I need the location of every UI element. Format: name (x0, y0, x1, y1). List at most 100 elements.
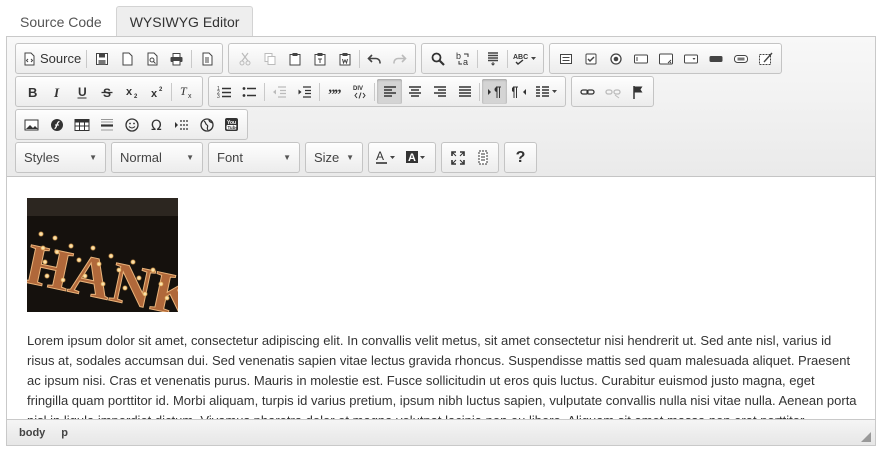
copy-button[interactable] (257, 46, 282, 71)
text-direction-rtl-button[interactable] (507, 79, 532, 104)
remove-format-button[interactable]: Tx (174, 79, 199, 104)
svg-text:x: x (126, 86, 133, 98)
omega-icon: Ω (151, 118, 162, 132)
chevron-down-icon: ▼ (89, 153, 97, 162)
preview-button[interactable] (139, 46, 164, 71)
help-button[interactable]: ? (508, 145, 533, 170)
special-char-button[interactable]: Ω (144, 112, 169, 137)
language-button[interactable] (532, 79, 562, 104)
image-button[interactable] (19, 112, 44, 137)
unlink-button[interactable] (600, 79, 625, 104)
underline-icon: U (77, 85, 86, 99)
paste-button[interactable] (282, 46, 307, 71)
numbered-list-button[interactable]: 123 (212, 79, 237, 104)
tab-source-code[interactable]: Source Code (6, 6, 116, 37)
editing-group: ba ABC (421, 43, 545, 74)
italic-button[interactable]: I (44, 79, 69, 104)
iframe-button[interactable] (194, 112, 219, 137)
links-group (571, 76, 654, 107)
maximize-button[interactable] (445, 145, 470, 170)
bulleted-list-button[interactable] (237, 79, 262, 104)
format-dropdown[interactable]: Normal ▼ (111, 142, 203, 173)
text-color-button[interactable]: A (372, 145, 402, 170)
templates-icon (202, 52, 213, 65)
select-all-button[interactable] (480, 46, 505, 71)
page-break-button[interactable] (169, 112, 194, 137)
size-dropdown[interactable]: Size ▼ (305, 142, 363, 173)
cut-button[interactable] (232, 46, 257, 71)
text-direction-ltr-button[interactable] (482, 79, 507, 104)
increase-indent-button[interactable] (292, 79, 317, 104)
svg-text:a: a (463, 57, 468, 66)
button-field-button[interactable] (703, 46, 728, 71)
flash-button[interactable] (44, 112, 69, 137)
align-right-button[interactable] (427, 79, 452, 104)
create-div-button[interactable]: DIV (347, 79, 372, 104)
tab-wysiwyg-editor[interactable]: WYSIWYG Editor (115, 6, 254, 37)
link-button[interactable] (575, 79, 600, 104)
path-element-body[interactable]: body (19, 427, 45, 439)
chevron-down-icon: ▼ (186, 153, 194, 162)
underline-button[interactable]: U (69, 79, 94, 104)
editor-content-area[interactable]: HANK Lorem ipsum dolor sit amet, consect… (7, 178, 875, 419)
remove-format-icon: Tx (180, 84, 192, 99)
justify-button[interactable] (452, 79, 477, 104)
show-blocks-button[interactable] (470, 145, 495, 170)
svg-text:ABC: ABC (513, 54, 528, 61)
font-dropdown[interactable]: Font ▼ (208, 142, 300, 173)
textarea-icon (658, 53, 673, 64)
new-page-button[interactable] (114, 46, 139, 71)
decrease-indent-button[interactable] (267, 79, 292, 104)
ltr-icon (488, 86, 501, 98)
source-button[interactable]: Source (19, 46, 84, 71)
templates-button[interactable] (194, 46, 219, 71)
preview-icon (147, 52, 158, 65)
spellcheck-button[interactable]: ABC (510, 46, 540, 71)
svg-text:I: I (53, 85, 60, 99)
bold-button[interactable]: B (19, 79, 44, 104)
superscript-button[interactable]: x2 (144, 79, 169, 104)
paragraph-group: 123 ”” DIV (208, 76, 566, 107)
redo-button[interactable] (387, 46, 412, 71)
hidden-field-button[interactable] (753, 46, 778, 71)
toolbar-row-1: Source ba ABC (15, 43, 783, 74)
strikethrough-button[interactable]: S (94, 79, 119, 104)
image-button-button[interactable] (728, 46, 753, 71)
print-button[interactable] (164, 46, 189, 71)
paste-from-word-button[interactable] (332, 46, 357, 71)
resize-handle-icon[interactable] (861, 432, 871, 442)
background-color-button[interactable]: A (402, 145, 432, 170)
svg-text:x: x (188, 93, 192, 99)
outdent-icon (273, 85, 286, 98)
find-button[interactable] (425, 46, 450, 71)
select-field-button[interactable] (678, 46, 703, 71)
copy-icon (264, 52, 276, 65)
numbered-list-icon: 123 (217, 86, 231, 99)
path-element-p[interactable]: p (61, 427, 68, 439)
page-break-icon (174, 119, 189, 130)
radio-button[interactable] (603, 46, 628, 71)
text-field-button[interactable] (628, 46, 653, 71)
replace-icon: ba (456, 51, 469, 66)
paste-as-text-button[interactable] (307, 46, 332, 71)
form-button[interactable] (553, 46, 578, 71)
table-button[interactable] (69, 112, 94, 137)
save-button[interactable] (89, 46, 114, 71)
youtube-button[interactable]: You Tube (219, 112, 244, 137)
smiley-button[interactable] (119, 112, 144, 137)
styles-dropdown[interactable]: Styles ▼ (15, 142, 106, 173)
blockquote-button[interactable]: ”” (322, 79, 347, 104)
print-icon (170, 52, 183, 65)
textarea-button[interactable] (653, 46, 678, 71)
svg-text:”: ” (334, 87, 342, 99)
anchor-button[interactable] (625, 79, 650, 104)
align-center-button[interactable] (402, 79, 427, 104)
align-left-button[interactable] (377, 79, 402, 104)
element-path-bar: body p (7, 419, 875, 445)
undo-button[interactable] (362, 46, 387, 71)
replace-button[interactable]: ba (450, 46, 475, 71)
body-paragraph[interactable]: Lorem ipsum dolor sit amet, consectetur … (27, 331, 857, 419)
checkbox-button[interactable] (578, 46, 603, 71)
horizontal-line-button[interactable] (94, 112, 119, 137)
subscript-button[interactable]: x2 (119, 79, 144, 104)
